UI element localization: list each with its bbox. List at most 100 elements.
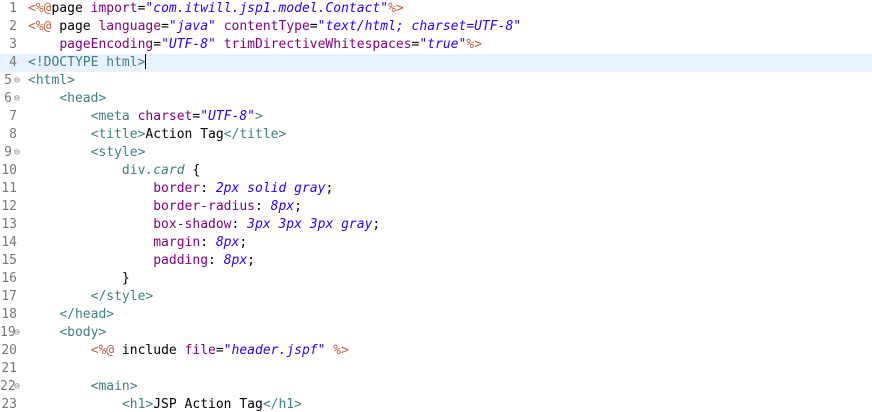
code-line[interactable]: 9 ⊖ <style> bbox=[0, 144, 872, 162]
code-token: pageEncoding bbox=[59, 37, 154, 52]
code-token: <meta bbox=[90, 109, 138, 124]
fold-toggle-icon[interactable]: ⊖ bbox=[14, 90, 24, 108]
line-number: 5 bbox=[4, 73, 12, 88]
code-text[interactable]: <title>Action Tag</title> bbox=[28, 126, 287, 144]
code-line[interactable]: 1 <%@page import="com.itwill.jsp1.model.C… bbox=[0, 0, 872, 18]
code-text[interactable]: </head> bbox=[28, 306, 114, 324]
code-line[interactable]: 2 <%@ page language="java" contentType="t… bbox=[0, 18, 872, 36]
code-text[interactable]: <h1>JSP Action Tag</h1> bbox=[28, 396, 302, 412]
code-editor[interactable]: 1 <%@page import="com.itwill.jsp1.model.C… bbox=[0, 0, 872, 412]
code-line[interactable]: 17 </style> bbox=[0, 288, 872, 306]
code-text[interactable]: margin: 8px; bbox=[28, 234, 247, 252]
code-text[interactable]: <%@ include file="header.jspf" %> bbox=[28, 342, 349, 360]
code-lines[interactable]: 1 <%@page import="com.itwill.jsp1.model.C… bbox=[0, 0, 872, 412]
code-line[interactable]: 11 border: 2px solid gray; bbox=[0, 180, 872, 198]
code-token: %> bbox=[466, 37, 482, 52]
code-line[interactable]: 18 </head> bbox=[0, 306, 872, 324]
code-line[interactable]: 8 <title>Action Tag</title> bbox=[0, 126, 872, 144]
fold-toggle-icon[interactable]: ⊖ bbox=[14, 144, 24, 162]
code-line[interactable]: 16 } bbox=[0, 270, 872, 288]
code-text[interactable]: <%@page import="com.itwill.jsp1.model.Co… bbox=[28, 0, 404, 18]
code-text[interactable]: <%@ page language="java" contentType="te… bbox=[28, 18, 521, 36]
code-text[interactable]: <body> bbox=[28, 324, 106, 342]
code-line[interactable]: 19 ⊖ <body> bbox=[0, 324, 872, 342]
code-token: page bbox=[51, 19, 99, 34]
code-token: border bbox=[153, 181, 201, 196]
fold-toggle-icon[interactable]: ⊖ bbox=[14, 378, 24, 396]
code-token: "text/html; charset=UTF-8" bbox=[317, 19, 522, 34]
code-token: </head> bbox=[59, 307, 115, 322]
code-token: > bbox=[255, 109, 263, 124]
code-line[interactable]: 13 box-shadow: 3px 3px 3px gray; bbox=[0, 216, 872, 234]
code-line[interactable]: 12 border-radius: 8px; bbox=[0, 198, 872, 216]
code-token: ; bbox=[239, 235, 248, 250]
code-text[interactable]: <html> bbox=[28, 72, 75, 90]
code-token: "com.itwill.jsp1.model.Contact" bbox=[145, 1, 389, 16]
code-text[interactable]: } bbox=[28, 270, 130, 288]
code-text[interactable]: box-shadow: 3px 3px 3px gray; bbox=[28, 216, 380, 234]
code-line[interactable]: 23 <h1>JSP Action Tag</h1> bbox=[0, 396, 872, 412]
code-token: <h1> bbox=[121, 397, 154, 412]
code-token: Action Tag bbox=[145, 127, 224, 142]
code-text[interactable]: border-radius: 8px; bbox=[28, 198, 302, 216]
code-text[interactable]: padding: 8px; bbox=[28, 252, 255, 270]
code-text[interactable]: div.card { bbox=[28, 162, 200, 180]
code-line[interactable]: 22 ⊖ <main> bbox=[0, 378, 872, 396]
code-line[interactable]: 10 div.card { bbox=[0, 162, 872, 180]
code-token: %> bbox=[333, 343, 349, 358]
line-number: 10 bbox=[1, 163, 17, 178]
code-token: <style> bbox=[90, 145, 146, 160]
code-text[interactable]: <main> bbox=[28, 378, 138, 396]
code-line[interactable]: 14 margin: 8px; bbox=[0, 234, 872, 252]
code-token: 8px bbox=[270, 199, 295, 214]
code-token: </h1> bbox=[262, 397, 302, 412]
code-token: padding bbox=[153, 253, 209, 268]
code-line[interactable]: 20 <%@ include file="header.jspf" %> bbox=[0, 342, 872, 360]
code-token: 8px bbox=[215, 235, 240, 250]
code-token: charset bbox=[137, 109, 193, 124]
code-line[interactable]: 3 pageEncoding="UTF-8" trimDirectiveWhit… bbox=[0, 36, 872, 54]
code-line[interactable]: 5 ⊖ <html> bbox=[0, 72, 872, 90]
code-token: : bbox=[200, 235, 216, 250]
line-number: 19 bbox=[0, 325, 16, 340]
code-token: = bbox=[215, 343, 224, 358]
code-text[interactable]: <style> bbox=[28, 144, 146, 162]
line-number: 13 bbox=[1, 217, 17, 232]
line-number: 9 bbox=[4, 145, 12, 160]
code-line[interactable]: 6 ⊖ <head> bbox=[0, 90, 872, 108]
fold-toggle-icon[interactable]: ⊖ bbox=[14, 72, 24, 90]
code-line[interactable]: 4 <!DOCTYPE html> bbox=[0, 54, 872, 72]
code-line[interactable]: 21 bbox=[0, 360, 872, 378]
code-token: "UTF-8" bbox=[161, 37, 216, 52]
line-number: 2 bbox=[9, 19, 17, 34]
code-token: contentType bbox=[223, 19, 310, 34]
code-text[interactable]: pageEncoding="UTF-8" trimDirectiveWhites… bbox=[28, 36, 482, 54]
code-line[interactable]: 7 <meta charset="UTF-8"> bbox=[0, 108, 872, 126]
code-text[interactable]: <head> bbox=[28, 90, 106, 108]
code-token: : bbox=[254, 199, 271, 214]
line-number: 6 bbox=[4, 91, 12, 106]
line-number: 4 bbox=[9, 55, 17, 70]
code-text[interactable]: <meta charset="UTF-8"> bbox=[28, 108, 263, 126]
code-token: = bbox=[153, 37, 162, 52]
code-text[interactable]: </style> bbox=[28, 288, 154, 306]
code-token: file bbox=[184, 343, 216, 358]
line-number: 7 bbox=[9, 109, 17, 124]
line-number: 16 bbox=[1, 271, 17, 286]
code-line[interactable]: 15 padding: 8px; bbox=[0, 252, 872, 270]
code-text[interactable]: <!DOCTYPE html> bbox=[28, 54, 147, 72]
code-text[interactable]: border: 2px solid gray; bbox=[28, 180, 333, 198]
code-token: include bbox=[114, 343, 185, 358]
code-token: : bbox=[200, 181, 216, 196]
fold-toggle-icon[interactable]: ⊖ bbox=[14, 324, 24, 342]
